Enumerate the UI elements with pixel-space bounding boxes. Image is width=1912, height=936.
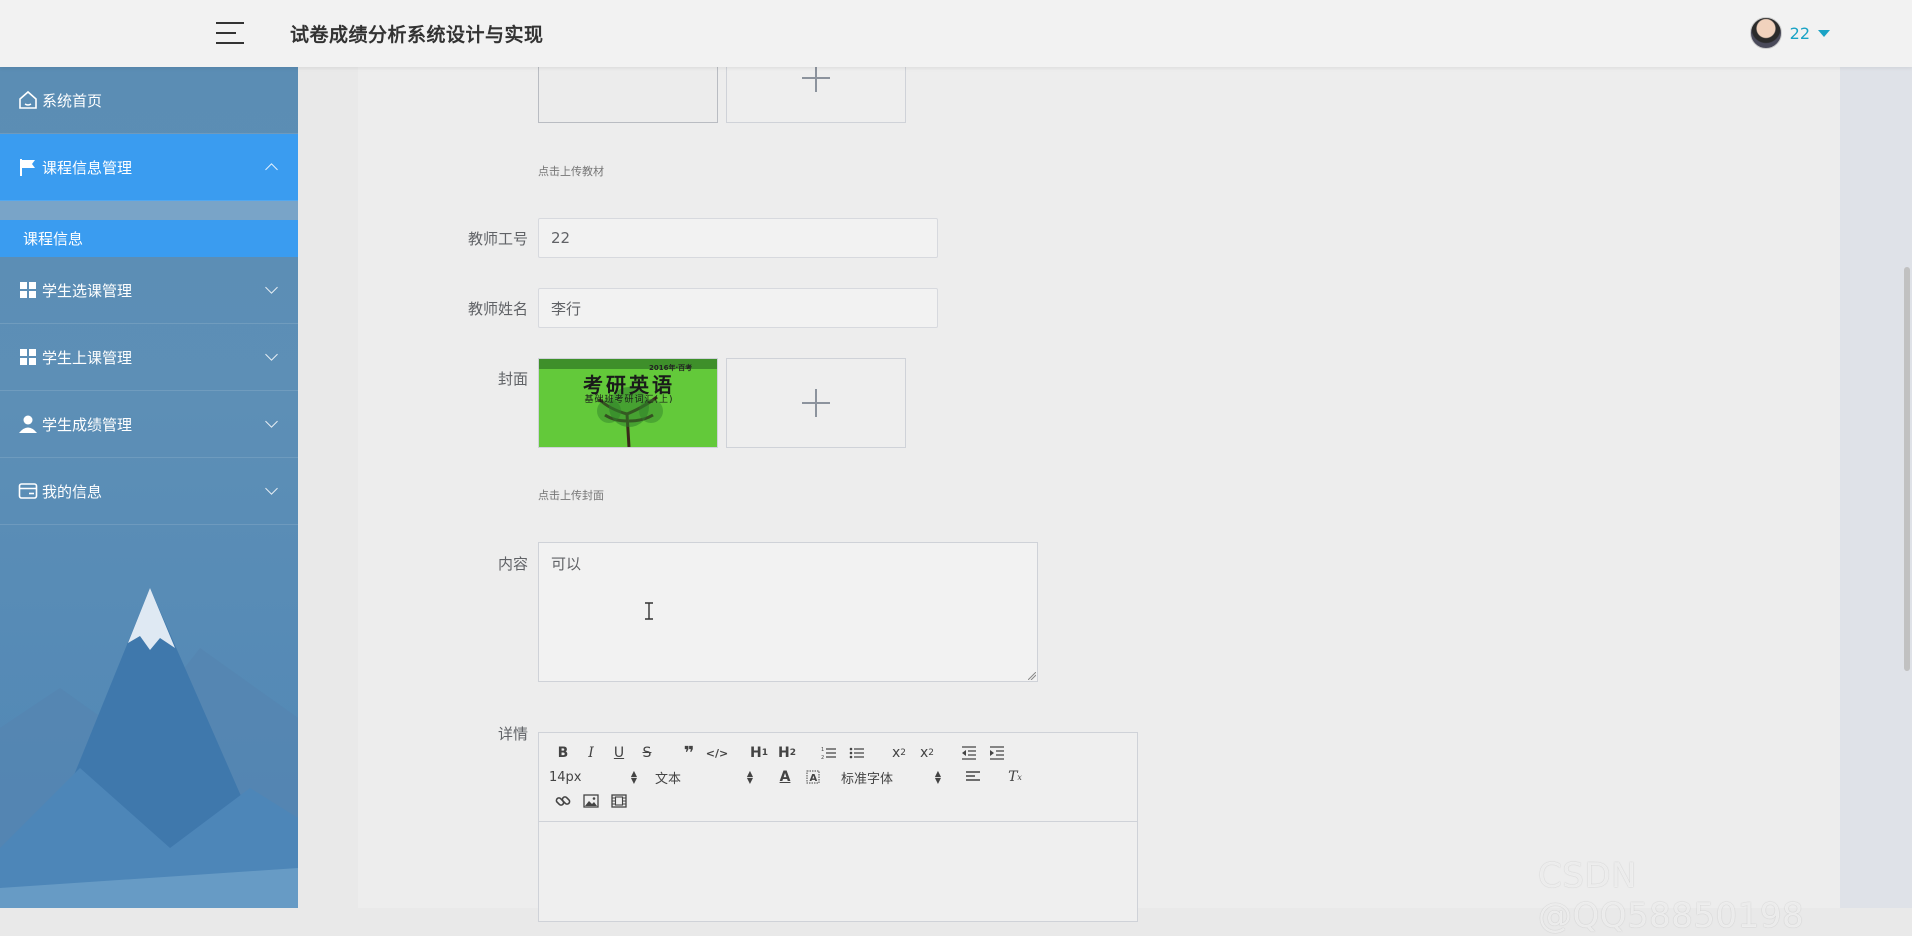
page-gutter <box>1840 67 1912 908</box>
grid-icon <box>18 280 38 300</box>
home-icon <box>18 90 38 110</box>
superscript-icon[interactable]: x2 <box>913 741 941 765</box>
ordered-list-icon[interactable]: 12 <box>815 741 843 765</box>
sidebar-item-home[interactable]: 系统首页 <box>0 67 298 134</box>
block-type-select[interactable]: 文本 ▲ ▼ <box>655 765 753 789</box>
clear-format-icon[interactable]: Tx <box>1001 765 1029 789</box>
align-left-icon[interactable] <box>959 765 987 789</box>
app-title: 试卷成绩分析系统设计与实现 <box>290 24 544 46</box>
font-size-value: 14px <box>549 769 582 785</box>
sidebar: 系统首页 课程信息管理 课程信息 学生选课管理 学生上课管理 学生成绩管理 我的… <box>0 67 298 908</box>
watermark: CSDN @QQ58850198 <box>1538 856 1805 936</box>
plus-icon <box>802 64 830 92</box>
teacher-id-label: 教师工号 <box>467 230 528 248</box>
sidebar-subitem-course-info[interactable]: 课程信息 <box>0 220 298 257</box>
flag-icon <box>18 157 38 177</box>
material-upload-hint: 点击上传教材 <box>538 165 604 178</box>
cover-image-thumbnail[interactable]: 2016年·百考 考研英语 基础班考研词汇(上) <box>538 358 718 448</box>
video-icon[interactable] <box>605 789 633 813</box>
code-block-icon[interactable]: </> <box>703 741 731 765</box>
plus-icon <box>802 389 830 417</box>
background-color-icon[interactable]: A <box>799 765 827 789</box>
detail-label: 详情 <box>497 725 528 743</box>
avatar[interactable] <box>1749 17 1782 49</box>
sidebar-item-label: 课程信息管理 <box>42 158 133 177</box>
heading-2-icon[interactable]: H2 <box>773 741 801 765</box>
user-icon <box>18 414 38 434</box>
link-icon[interactable] <box>549 789 577 813</box>
sidebar-item-label: 学生成绩管理 <box>42 415 133 434</box>
cover-upload-hint: 点击上传封面 <box>538 489 604 502</box>
font-family-value: 标准字体 <box>841 771 894 787</box>
caret-down-icon[interactable] <box>1818 29 1830 37</box>
svg-text:A: A <box>810 773 818 784</box>
font-color-icon[interactable]: A <box>771 765 799 789</box>
user-menu[interactable]: 22 <box>1749 16 1830 50</box>
mountain-illustration <box>0 588 298 908</box>
top-header: 试卷成绩分析系统设计与实现 22 <box>0 0 1912 67</box>
chevron-down-icon <box>265 415 278 428</box>
teacher-name-field[interactable]: 李行 <box>538 288 938 328</box>
menu-toggle-icon[interactable] <box>216 21 244 45</box>
select-arrows-icon: ▲ ▼ <box>746 769 753 785</box>
svg-text:2: 2 <box>821 755 824 760</box>
sidebar-item-label: 学生选课管理 <box>42 281 133 300</box>
user-name[interactable]: 22 <box>1790 24 1810 43</box>
submenu-spacer <box>0 201 298 220</box>
sidebar-item-grade-management[interactable]: 学生成绩管理 <box>0 391 298 458</box>
resize-handle-icon[interactable] <box>1028 672 1036 680</box>
sidebar-item-class-attendance[interactable]: 学生上课管理 <box>0 324 298 391</box>
grid-icon <box>18 347 38 367</box>
underline-icon[interactable]: U <box>605 741 633 765</box>
italic-icon[interactable]: I <box>577 741 605 765</box>
cover-label: 封面 <box>497 370 528 388</box>
content-textarea[interactable]: 可以 <box>538 542 1038 682</box>
content-label: 内容 <box>497 555 528 573</box>
font-size-select[interactable]: 14px ▲ ▼ <box>549 765 637 789</box>
sidebar-item-my-info[interactable]: 我的信息 <box>0 458 298 525</box>
chevron-down-icon <box>265 281 278 294</box>
select-arrows-icon: ▲ ▼ <box>934 769 941 785</box>
svg-text:1: 1 <box>821 747 824 753</box>
teacher-name-label: 教师姓名 <box>467 300 528 318</box>
sidebar-item-label: 学生上课管理 <box>42 348 133 367</box>
cover-upload-button[interactable] <box>726 358 906 448</box>
sidebar-item-course-info-management[interactable]: 课程信息管理 <box>0 134 298 201</box>
bullet-list-icon[interactable] <box>843 741 871 765</box>
teacher-id-field[interactable]: 22 <box>538 218 938 258</box>
image-icon[interactable] <box>577 789 605 813</box>
chevron-down-icon <box>265 482 278 495</box>
blockquote-icon[interactable]: ❞ <box>675 741 703 765</box>
block-type-value: 文本 <box>655 771 682 787</box>
editor-toolbar: B I U S ❞ </> H1 H2 12 x2 x2 14px ▲ ▼ 文本… <box>539 733 1137 822</box>
subscript-icon[interactable]: x2 <box>885 741 913 765</box>
strikethrough-icon[interactable]: S <box>633 741 661 765</box>
heading-1-icon[interactable]: H1 <box>745 741 773 765</box>
bold-icon[interactable]: B <box>549 741 577 765</box>
rich-text-editor: B I U S ❞ </> H1 H2 12 x2 x2 14px ▲ ▼ 文本… <box>538 732 1138 922</box>
cover-image-subtitle: 基础班考研词汇(上) <box>584 395 674 405</box>
chevron-up-icon <box>265 163 278 176</box>
sidebar-item-label: 我的信息 <box>42 482 103 501</box>
page-scrollbar[interactable] <box>1904 267 1910 671</box>
text-cursor-icon <box>645 602 653 620</box>
select-arrows-icon: ▲ ▼ <box>630 769 637 785</box>
editor-body[interactable] <box>539 822 1137 922</box>
sidebar-item-course-selection[interactable]: 学生选课管理 <box>0 257 298 324</box>
card-icon <box>18 481 38 501</box>
sidebar-item-label: 系统首页 <box>42 91 103 110</box>
chevron-down-icon <box>265 348 278 361</box>
indent-icon[interactable] <box>983 741 1011 765</box>
font-family-select[interactable]: 标准字体 ▲ ▼ <box>841 765 941 789</box>
outdent-icon[interactable] <box>955 741 983 765</box>
